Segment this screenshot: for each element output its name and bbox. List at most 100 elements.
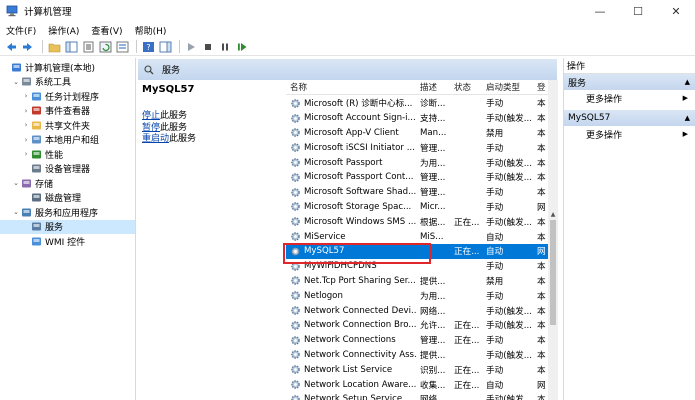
- tree-item[interactable]: ⌄ 系统工具: [0, 75, 135, 90]
- service-startup-type: 手动(触发...: [486, 306, 532, 317]
- close-button[interactable]: ✕: [657, 0, 695, 22]
- service-name-cell: Microsoft iSCSI Initiator ...: [286, 142, 416, 153]
- pause-service-button[interactable]: [218, 40, 232, 54]
- start-service-button[interactable]: [184, 40, 198, 54]
- scroll-thumb[interactable]: [550, 220, 556, 325]
- service-logon: 本: [537, 350, 546, 361]
- collapse-triangle-icon[interactable]: ▲: [685, 78, 690, 86]
- more-actions-mysql57[interactable]: 更多操作 ▶: [564, 126, 695, 142]
- pause-service-link[interactable]: 暂停: [142, 123, 160, 133]
- help-button[interactable]: ?: [141, 40, 155, 54]
- service-row[interactable]: Microsoft Passport 为用... 手动(触发... 本: [286, 155, 548, 170]
- service-name-cell: Network List Service: [286, 364, 416, 375]
- service-row[interactable]: Network Location Aware... 收集... 正在... 自动 网: [286, 377, 548, 392]
- column-logon[interactable]: 登: [534, 81, 548, 93]
- forward-button[interactable]: [21, 40, 35, 54]
- maximize-button[interactable]: ☐: [619, 0, 657, 22]
- scroll-up-icon[interactable]: ▲: [548, 211, 558, 219]
- action-pane-button[interactable]: [158, 40, 172, 54]
- service-row[interactable]: Microsoft (R) 诊断中心标... 诊断... 手动 本: [286, 96, 548, 111]
- service-row[interactable]: Network Connection Bro... 允许... 正在... 手动(触发…: [286, 318, 548, 333]
- column-status[interactable]: 状态: [451, 81, 483, 93]
- tree-item[interactable]: › 性能: [0, 147, 135, 162]
- minimize-button[interactable]: —: [581, 0, 619, 22]
- restart-service-link[interactable]: 重启动: [142, 134, 169, 144]
- expand-arrow-icon[interactable]: ⌄: [12, 179, 20, 187]
- service-row[interactable]: Network Connected Devi... 网络... 手动(触发... 本: [286, 303, 548, 318]
- sort-ascending-icon: ⌃: [346, 80, 352, 85]
- device-icon: [32, 164, 41, 173]
- service-row[interactable]: Network Connections 管理... 正在... 手动 本: [286, 333, 548, 348]
- export-list-button[interactable]: [115, 40, 129, 54]
- actions-section-services[interactable]: 服务 ▲: [564, 74, 695, 90]
- service-row[interactable]: Microsoft Passport Cont... 管理... 手动(触发... 本: [286, 170, 548, 185]
- tree-item[interactable]: ⌄ 服务和应用程序: [0, 205, 135, 220]
- menu-action[interactable]: 操作(A): [42, 24, 85, 37]
- service-row[interactable]: Microsoft App-V Client Man... 禁用 本: [286, 126, 548, 141]
- menu-help[interactable]: 帮助(H): [129, 24, 173, 37]
- stop-service-link[interactable]: 停止: [142, 111, 160, 121]
- service-name: MiService: [304, 231, 346, 242]
- tree-item[interactable]: › 本地用户和组: [0, 133, 135, 148]
- tree-item[interactable]: 计算机管理(本地): [0, 60, 135, 75]
- stop-service-button[interactable]: [201, 40, 215, 54]
- vertical-scrollbar[interactable]: ▲: [548, 80, 558, 400]
- service-gear-icon: [291, 321, 300, 330]
- expand-arrow-icon[interactable]: ›: [22, 121, 30, 129]
- service-description: 根据...: [420, 217, 446, 228]
- service-row[interactable]: MyWiFiDHCPDNS 手动 本: [286, 259, 548, 274]
- service-logon: 本: [537, 99, 546, 110]
- column-description[interactable]: 描述: [416, 81, 451, 93]
- column-startup-type[interactable]: 启动类型: [483, 81, 534, 93]
- expand-arrow-icon[interactable]: ›: [22, 92, 30, 100]
- service-row[interactable]: Network Setup Service 网络... 手动(触发...本: [286, 392, 548, 400]
- tree-item[interactable]: 设备管理器: [0, 162, 135, 177]
- service-row[interactable]: Microsoft Account Sign-i... 支持... 手动(触发...…: [286, 111, 548, 126]
- properties-button[interactable]: [81, 40, 95, 54]
- service-row[interactable]: MySQL57 正在... 自动 网: [286, 243, 548, 259]
- users-icon: [32, 135, 41, 144]
- expand-arrow-icon[interactable]: ›: [22, 107, 30, 115]
- disk-icon: [32, 193, 41, 202]
- service-name: Network List Service: [304, 364, 393, 375]
- actions-section-mysql57[interactable]: MySQL57 ▲: [564, 110, 695, 126]
- menu-file[interactable]: 文件(F): [0, 24, 42, 37]
- refresh-button[interactable]: [98, 40, 112, 54]
- expand-arrow-icon[interactable]: ⌄: [12, 78, 20, 86]
- restart-service-button[interactable]: [235, 40, 249, 54]
- service-row[interactable]: Network List Service 识别... 正在... 手动 本: [286, 362, 548, 377]
- tree-item-label: 系统工具: [35, 78, 72, 89]
- service-row[interactable]: Net.Tcp Port Sharing Ser... 提供... 禁用 本: [286, 274, 548, 289]
- service-name-cell: Network Connectivity Ass...: [286, 349, 416, 360]
- tree-item[interactable]: › 共享文件夹: [0, 118, 135, 133]
- menu-view[interactable]: 查看(V): [85, 24, 128, 37]
- service-name-cell: MyWiFiDHCPDNS: [286, 261, 416, 272]
- tree-item[interactable]: WMI 控件: [0, 234, 135, 249]
- tree-item[interactable]: › 任务计划程序: [0, 89, 135, 104]
- service-description: 管理...: [420, 173, 446, 184]
- expand-arrow-icon[interactable]: ⌄: [12, 208, 20, 216]
- show-hide-tree-button[interactable]: [64, 40, 78, 54]
- service-row[interactable]: Netlogon 为用... 手动 本: [286, 288, 548, 303]
- tree-item[interactable]: 磁盘管理: [0, 191, 135, 206]
- tree-item[interactable]: › 事件查看器: [0, 104, 135, 119]
- expand-arrow-icon[interactable]: ›: [22, 150, 30, 158]
- service-row[interactable]: Microsoft Windows SMS ... 根据... 正在... 手动(触发…: [286, 214, 548, 229]
- service-row[interactable]: Microsoft iSCSI Initiator ... 管理... 手动 本: [286, 140, 548, 155]
- export-icon: [116, 41, 128, 52]
- tree-item[interactable]: ⌄ 存储: [0, 176, 135, 191]
- collapse-triangle-icon[interactable]: ▲: [685, 114, 690, 122]
- back-button[interactable]: [4, 40, 18, 54]
- service-row[interactable]: Microsoft Software Shad... 管理... 手动 本: [286, 185, 548, 200]
- service-row[interactable]: Microsoft Storage Spac... Micr... 手动 网: [286, 200, 548, 215]
- service-gear-icon: [291, 217, 300, 227]
- up-folder-button[interactable]: [47, 40, 61, 54]
- perf-icon: [32, 150, 41, 159]
- tree-item[interactable]: 服务: [0, 219, 135, 234]
- service-row[interactable]: Network Connectivity Ass... 提供... 手动(触发...…: [286, 348, 548, 363]
- expand-arrow-icon[interactable]: ›: [22, 136, 30, 144]
- service-name: MyWiFiDHCPDNS: [304, 261, 377, 272]
- service-rows: Microsoft (R) 诊断中心标... 诊断... 手动本 Microsoft …: [286, 96, 548, 400]
- more-actions-services[interactable]: 更多操作 ▶: [564, 90, 695, 106]
- service-row[interactable]: MiService MiS... 自动 本: [286, 229, 548, 244]
